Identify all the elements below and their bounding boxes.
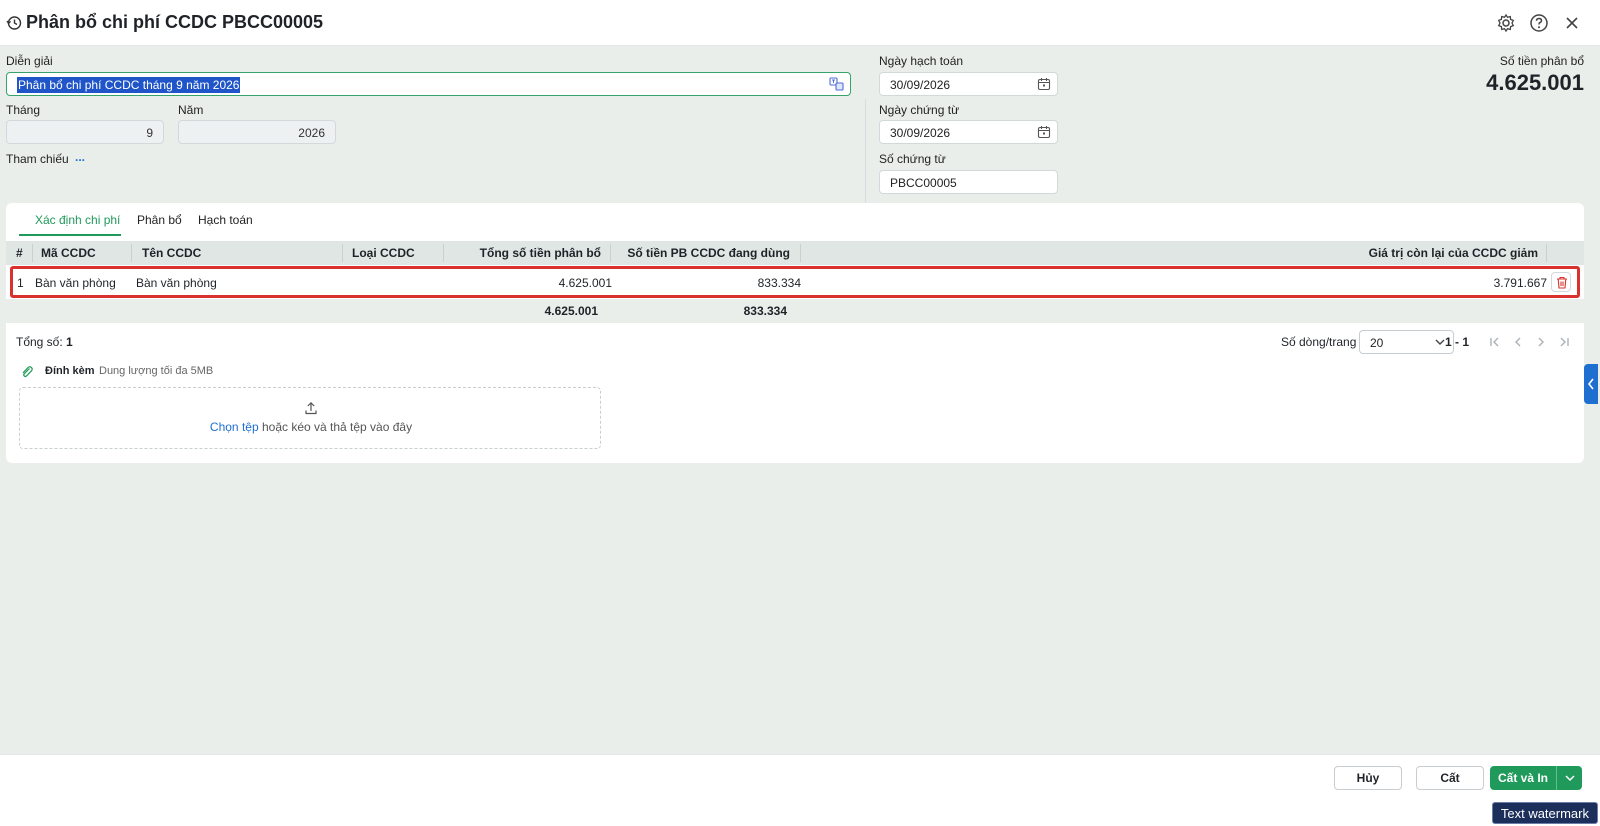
save-print-button[interactable]: Cất và In <box>1490 766 1556 790</box>
trash-icon <box>1557 276 1567 289</box>
nam-input[interactable]: 2026 <box>178 120 336 144</box>
dien-giai-value: Phân bổ chi phí CCDC tháng 9 năm 2026 <box>17 77 241 93</box>
cell-ten[interactable]: Bàn văn phòng <box>136 276 217 290</box>
chevron-down-icon <box>1435 339 1445 345</box>
cancel-button[interactable]: Hủy <box>1334 766 1402 790</box>
total-label: Tổng số: <box>16 335 63 349</box>
tham-chieu-label: Tham chiếu <box>6 152 69 166</box>
cell-tong[interactable]: 4.625.001 <box>559 276 612 290</box>
grid-header: # Mã CCDC Tên CCDC Loại CCDC Tổng số tiề… <box>6 241 1584 265</box>
so-chung-tu-input[interactable]: PBCC00005 <box>879 170 1058 194</box>
side-panel-toggle[interactable] <box>1584 364 1598 404</box>
ngay-hach-toan-value: 30/09/2026 <box>890 78 951 92</box>
chevron-left-icon <box>1587 378 1594 390</box>
thang-input[interactable]: 9 <box>6 120 164 144</box>
text-watermark: Text watermark <box>1491 802 1598 824</box>
total-count: Tổng số: 1 <box>16 335 73 349</box>
dien-giai-input[interactable]: Phân bổ chi phí CCDC tháng 9 năm 2026 <box>6 72 851 96</box>
ngay-chung-tu-input[interactable]: 30/09/2026 <box>879 120 1058 144</box>
prev-page-icon[interactable] <box>1512 336 1524 348</box>
table-row[interactable]: 1 Bàn văn phòng Bàn văn phòng 4.625.001 … <box>10 266 1580 298</box>
dialog-body: Diễn giải Phân bổ chi phí CCDC tháng 9 n… <box>0 46 1600 754</box>
attachment-label: Đính kèm <box>45 365 95 377</box>
action-bar: Hủy Cất Cất và In <box>0 754 1600 798</box>
col-header-ma[interactable]: Mã CCDC <box>41 246 96 260</box>
dien-giai-label: Diễn giải <box>6 54 53 68</box>
page-range: 1 - 1 <box>1445 335 1470 349</box>
col-header-loai[interactable]: Loại CCDC <box>352 246 415 260</box>
tab-xac-dinh-chi-phi[interactable]: Xác định chi phí <box>35 213 120 227</box>
grid-summary-row: 4.625.001 833.334 <box>6 299 1584 323</box>
tab-hach-toan[interactable]: Hạch toán <box>198 213 253 227</box>
col-separator <box>1546 244 1547 262</box>
col-separator <box>443 244 444 262</box>
ngay-chung-tu-label: Ngày chứng từ <box>879 103 960 117</box>
grid-footer: Tổng số: 1 Số dòng/trang 20 1 - 1 <box>6 327 1584 357</box>
tham-chieu-link[interactable]: ... <box>75 150 85 164</box>
attachment-size-hint: Dung lượng tối đa 5MB <box>99 365 214 377</box>
nam-label: Năm <box>178 103 204 117</box>
rows-per-page-select[interactable]: 20 <box>1359 330 1454 354</box>
cell-con-lai[interactable]: 3.791.667 <box>1494 276 1547 290</box>
last-page-icon[interactable] <box>1558 336 1570 348</box>
col-separator <box>610 244 611 262</box>
ngay-hach-toan-input[interactable]: 30/09/2026 <box>879 72 1058 96</box>
total-value: 1 <box>66 335 73 349</box>
upload-icon <box>305 401 317 415</box>
chevron-down-icon <box>1565 775 1575 782</box>
delete-row-button[interactable] <box>1551 272 1571 292</box>
dialog-title: Phân bổ chi phí CCDC PBCC00005 <box>26 12 324 32</box>
col-separator <box>342 244 343 262</box>
cell-no: 1 <box>17 276 24 290</box>
col-header-no[interactable]: # <box>16 246 23 260</box>
col-header-con-lai[interactable]: Giá trị còn lại của CCDC giảm <box>1369 246 1538 260</box>
next-page-icon[interactable] <box>1535 336 1547 348</box>
col-header-tong[interactable]: Tổng số tiền phân bổ <box>480 246 601 260</box>
translate-icon[interactable] <box>829 77 844 91</box>
history-icon[interactable] <box>6 15 22 31</box>
col-separator <box>131 244 132 262</box>
gear-icon[interactable] <box>1496 13 1516 33</box>
cell-dang-dung[interactable]: 833.334 <box>758 276 801 290</box>
dropzone-text: Chọn tệp hoặc kéo và thả tệp vào đây <box>20 420 602 434</box>
sum-dang-dung: 833.334 <box>743 304 787 318</box>
rows-per-page-value: 20 <box>1370 336 1384 350</box>
detail-card: Xác định chi phí Phân bổ Hạch toán # Mã … <box>6 203 1584 463</box>
so-chung-tu-label: Số chứng từ <box>879 152 946 166</box>
ngay-hach-toan-label: Ngày hạch toán <box>879 54 964 68</box>
sum-tong: 4.625.001 <box>544 304 598 318</box>
so-tien-label: Số tiền phân bổ <box>1499 54 1584 68</box>
first-page-icon[interactable] <box>1489 336 1501 348</box>
file-dropzone[interactable]: Chọn tệp hoặc kéo và thả tệp vào đây <box>19 387 601 449</box>
col-separator <box>800 244 801 262</box>
active-tab-indicator <box>19 234 121 236</box>
col-header-ten[interactable]: Tên CCDC <box>142 246 201 260</box>
calendar-icon[interactable] <box>1037 125 1051 139</box>
tab-phan-bo[interactable]: Phân bổ <box>137 213 182 227</box>
dialog-header: Phân bổ chi phí CCDC PBCC00005 <box>0 0 1600 46</box>
calendar-icon[interactable] <box>1037 77 1051 91</box>
thang-label: Tháng <box>6 103 41 117</box>
so-tien-value: 4.625.001 <box>1486 70 1584 95</box>
save-button[interactable]: Cất <box>1416 766 1484 790</box>
col-header-dang-dung[interactable]: Số tiền PB CCDC đang dùng <box>627 246 790 260</box>
help-icon[interactable] <box>1529 13 1549 33</box>
cell-ma[interactable]: Bàn văn phòng <box>35 276 116 290</box>
save-print-dropdown[interactable] <box>1556 766 1582 790</box>
paperclip-icon <box>22 366 33 378</box>
choose-file-link[interactable]: Chọn tệp <box>210 420 259 434</box>
dropzone-hint: hoặc kéo và thả tệp vào đây <box>261 420 413 434</box>
rows-per-page-label: Số dòng/trang <box>1281 335 1357 349</box>
ngay-chung-tu-value: 30/09/2026 <box>890 126 951 140</box>
col-separator <box>32 244 33 262</box>
close-icon[interactable] <box>1562 13 1582 33</box>
